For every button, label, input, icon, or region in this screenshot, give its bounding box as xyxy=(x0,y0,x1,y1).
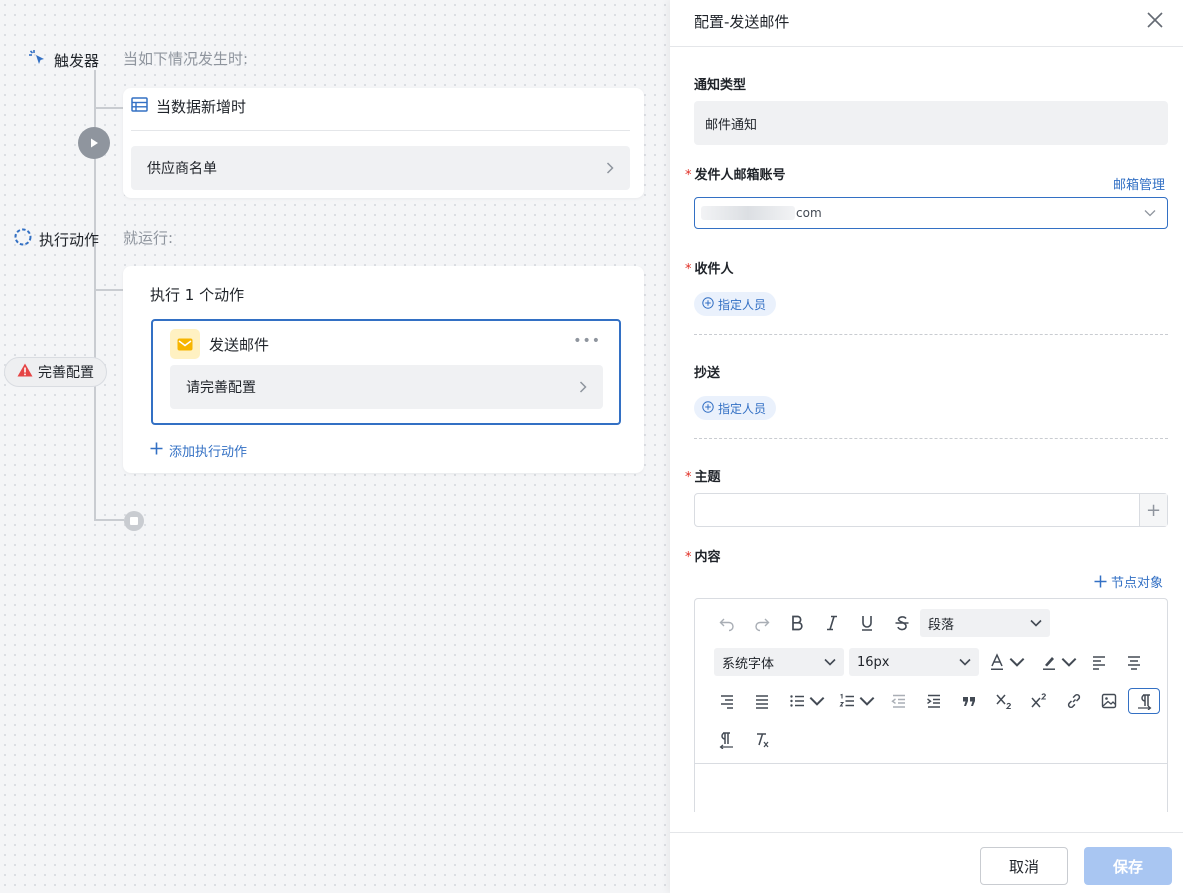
chevron-right-icon xyxy=(579,378,587,397)
font-size-select[interactable]: 16px xyxy=(849,648,979,676)
chevron-down-icon[interactable] xyxy=(859,689,875,713)
panel-title: 配置-发送邮件 xyxy=(694,13,790,31)
chevron-down-icon xyxy=(959,655,971,670)
chevron-down-icon xyxy=(1030,616,1042,631)
chevron-right-icon xyxy=(606,159,614,178)
trigger-card[interactable]: 当数据新增时 供应商名单 xyxy=(123,88,644,198)
workflow-canvas[interactable]: 触发器 当如下情况发生时: 当数据新增时 供应商名单 执行动作 就运行: 执行 … xyxy=(0,0,670,893)
image-icon[interactable] xyxy=(1097,689,1121,713)
action-label: 执行动作 xyxy=(13,227,99,251)
plus-icon xyxy=(1094,575,1107,588)
subject-label: * 主题 xyxy=(685,470,721,485)
font-color-icon[interactable] xyxy=(985,650,1009,674)
warning-icon xyxy=(17,363,33,381)
mail-config-row[interactable]: 请完善配置 xyxy=(170,365,603,409)
plus-icon[interactable]: + xyxy=(1139,494,1167,526)
notify-type-label: 通知类型 xyxy=(694,78,747,93)
required-mark: * xyxy=(685,262,692,277)
send-mail-action[interactable]: 发送邮件 ••• 请完善配置 xyxy=(151,319,621,425)
chevron-down-icon xyxy=(824,655,836,670)
rich-text-editor[interactable]: 段落 系统字体 16px xyxy=(694,598,1168,812)
divider xyxy=(670,832,1183,833)
chevron-down-icon xyxy=(1144,206,1156,221)
superscript-icon[interactable] xyxy=(1027,689,1051,713)
align-center-icon[interactable] xyxy=(1122,650,1146,674)
divider xyxy=(670,46,1183,47)
divider xyxy=(694,334,1168,335)
recipient-label: * 收件人 xyxy=(685,262,734,277)
underline-icon[interactable] xyxy=(855,611,879,635)
chevron-down-icon[interactable] xyxy=(809,689,825,713)
trigger-label: 触发器 xyxy=(28,48,99,72)
font-family-select[interactable]: 系统字体 xyxy=(714,648,844,676)
align-justify-icon[interactable] xyxy=(750,689,774,713)
strikethrough-icon[interactable] xyxy=(890,611,914,635)
subscript-icon[interactable] xyxy=(992,689,1016,713)
action-sub: 就运行: xyxy=(123,229,174,247)
sender-select[interactable]: com xyxy=(694,197,1168,229)
mail-icon xyxy=(170,329,200,359)
mail-action-title: 发送邮件 xyxy=(209,336,270,354)
flow-connector xyxy=(96,107,123,109)
add-action-button[interactable]: 添加执行动作 xyxy=(150,441,247,460)
sender-value: com xyxy=(701,206,822,221)
plus-circle-icon xyxy=(702,296,714,312)
end-node-icon xyxy=(124,511,144,531)
required-mark: * xyxy=(685,550,692,565)
link-icon[interactable] xyxy=(1062,689,1086,713)
subject-input[interactable]: + xyxy=(694,493,1168,527)
bullet-list-icon[interactable] xyxy=(785,689,809,713)
complete-config-badge[interactable]: 完善配置 xyxy=(4,357,107,387)
editor-content-area[interactable] xyxy=(695,764,1167,812)
paragraph-select[interactable]: 段落 xyxy=(920,609,1050,637)
clear-format-icon[interactable] xyxy=(750,728,774,752)
action-count-title: 执行 1 个动作 xyxy=(150,286,245,304)
align-left-icon[interactable] xyxy=(1087,650,1111,674)
quote-icon[interactable] xyxy=(957,689,981,713)
cancel-button[interactable]: 取消 xyxy=(980,847,1068,885)
assign-cc-button[interactable]: 指定人员 xyxy=(694,396,777,420)
flow-connector xyxy=(96,289,123,291)
rtl-paragraph-icon[interactable] xyxy=(715,728,739,752)
play-node-icon[interactable] xyxy=(78,127,110,159)
numbered-list-icon[interactable] xyxy=(835,689,859,713)
trigger-card-title: 当数据新增时 xyxy=(131,96,246,117)
plus-circle-icon xyxy=(702,400,714,416)
sender-label: * 发件人邮箱账号 xyxy=(685,168,786,183)
table-icon xyxy=(131,97,148,116)
action-card[interactable]: 执行 1 个动作 发送邮件 ••• 请完善配置 添加执行动作 xyxy=(123,266,644,473)
flow-connector xyxy=(96,519,124,521)
loading-circle-icon xyxy=(13,227,33,251)
chevron-down-icon[interactable] xyxy=(1061,650,1077,674)
divider xyxy=(694,438,1168,439)
node-object-button[interactable]: 节点对象 xyxy=(1094,572,1163,591)
cursor-click-icon xyxy=(28,48,48,72)
more-icon[interactable]: ••• xyxy=(573,333,601,349)
indent-icon[interactable] xyxy=(922,689,946,713)
trigger-source-row[interactable]: 供应商名单 xyxy=(131,146,630,190)
required-mark: * xyxy=(685,168,692,183)
italic-icon[interactable] xyxy=(820,611,844,635)
masked-email xyxy=(701,206,795,221)
bold-icon[interactable] xyxy=(785,611,809,635)
cc-label: 抄送 xyxy=(694,366,721,381)
trigger-sub: 当如下情况发生时: xyxy=(123,50,249,68)
close-icon[interactable] xyxy=(1145,10,1165,30)
highlight-color-icon[interactable] xyxy=(1037,650,1061,674)
content-label: * 内容 xyxy=(685,550,721,565)
chevron-down-icon[interactable] xyxy=(1009,650,1025,674)
assign-recipient-button[interactable]: 指定人员 xyxy=(694,292,777,316)
mailbox-manage-link[interactable]: 邮箱管理 xyxy=(1113,174,1165,193)
divider xyxy=(131,130,630,131)
save-button[interactable]: 保存 xyxy=(1084,847,1172,885)
required-mark: * xyxy=(685,470,692,485)
redo-icon[interactable] xyxy=(750,611,774,635)
ltr-paragraph-icon[interactable] xyxy=(1128,688,1160,714)
notify-type-field: 邮件通知 xyxy=(694,101,1168,145)
config-panel: 配置-发送邮件 通知类型 邮件通知 * 发件人邮箱账号 邮箱管理 com * 收件人… xyxy=(670,0,1183,893)
outdent-icon[interactable] xyxy=(887,689,911,713)
plus-icon xyxy=(150,442,163,459)
align-right-icon[interactable] xyxy=(715,689,739,713)
undo-icon[interactable] xyxy=(715,611,739,635)
